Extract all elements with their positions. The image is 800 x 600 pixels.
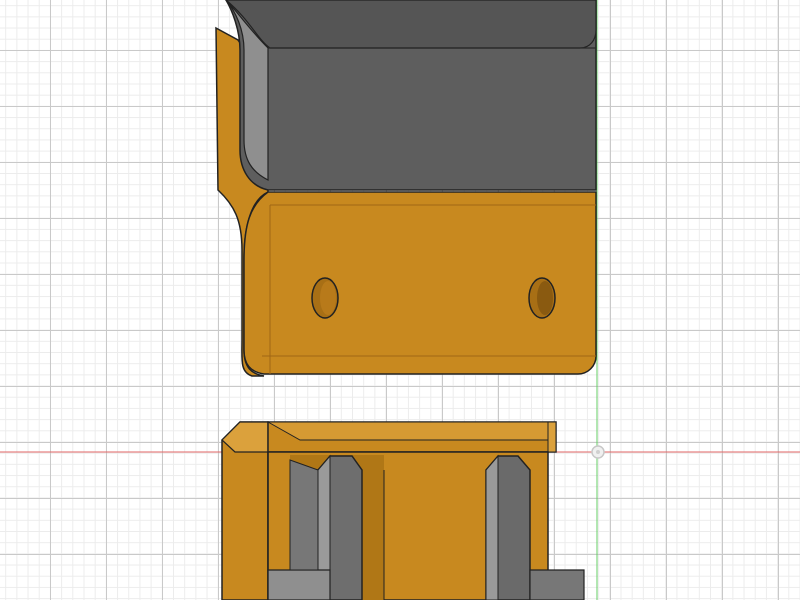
mounting-hole-right-inner [537,281,553,315]
clip-left-foot [267,569,331,600]
bracket-side-lip-bevel [266,421,557,441]
origin-point-icon[interactable] [591,445,605,459]
clip-right-foot [529,569,585,600]
clip-left-back [289,459,319,571]
bracket-top-view[interactable] [215,0,597,377]
model-canvas[interactable] [0,0,800,600]
cad-3d-viewport[interactable] [0,0,800,600]
bracket-side-view[interactable] [221,421,585,600]
mounting-hole-left-inner [320,281,336,315]
bracket-gray-top-edge [225,0,597,49]
bracket-side-lip-tip [547,421,557,453]
clip-right-facet [485,454,499,600]
